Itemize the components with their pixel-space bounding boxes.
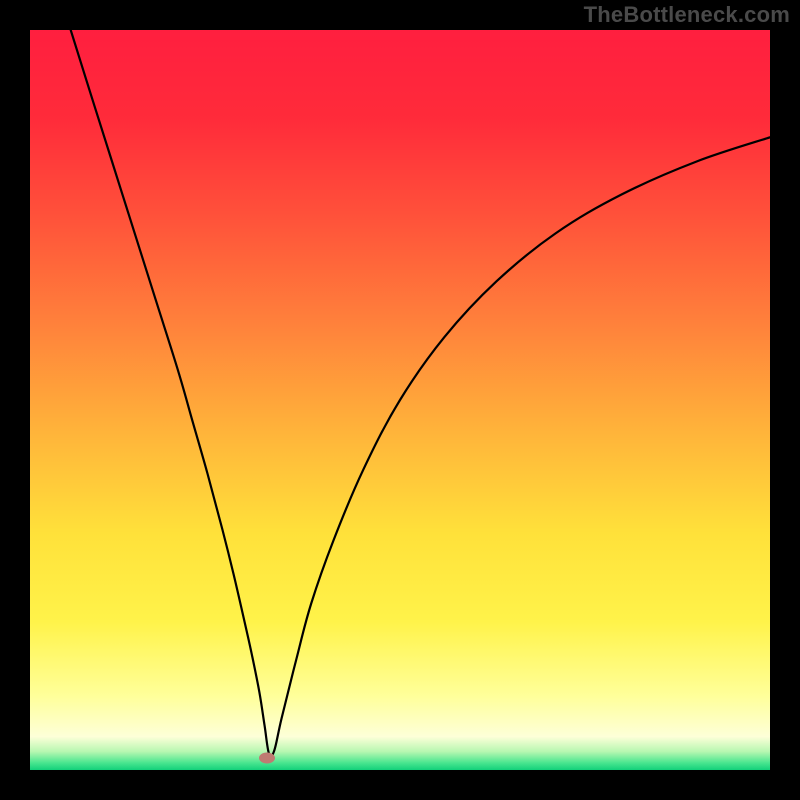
bottleneck-curve xyxy=(30,30,770,770)
optimal-point-marker xyxy=(259,753,275,764)
chart-frame: TheBottleneck.com xyxy=(0,0,800,800)
plot-area xyxy=(30,30,770,770)
watermark-text: TheBottleneck.com xyxy=(584,2,790,28)
